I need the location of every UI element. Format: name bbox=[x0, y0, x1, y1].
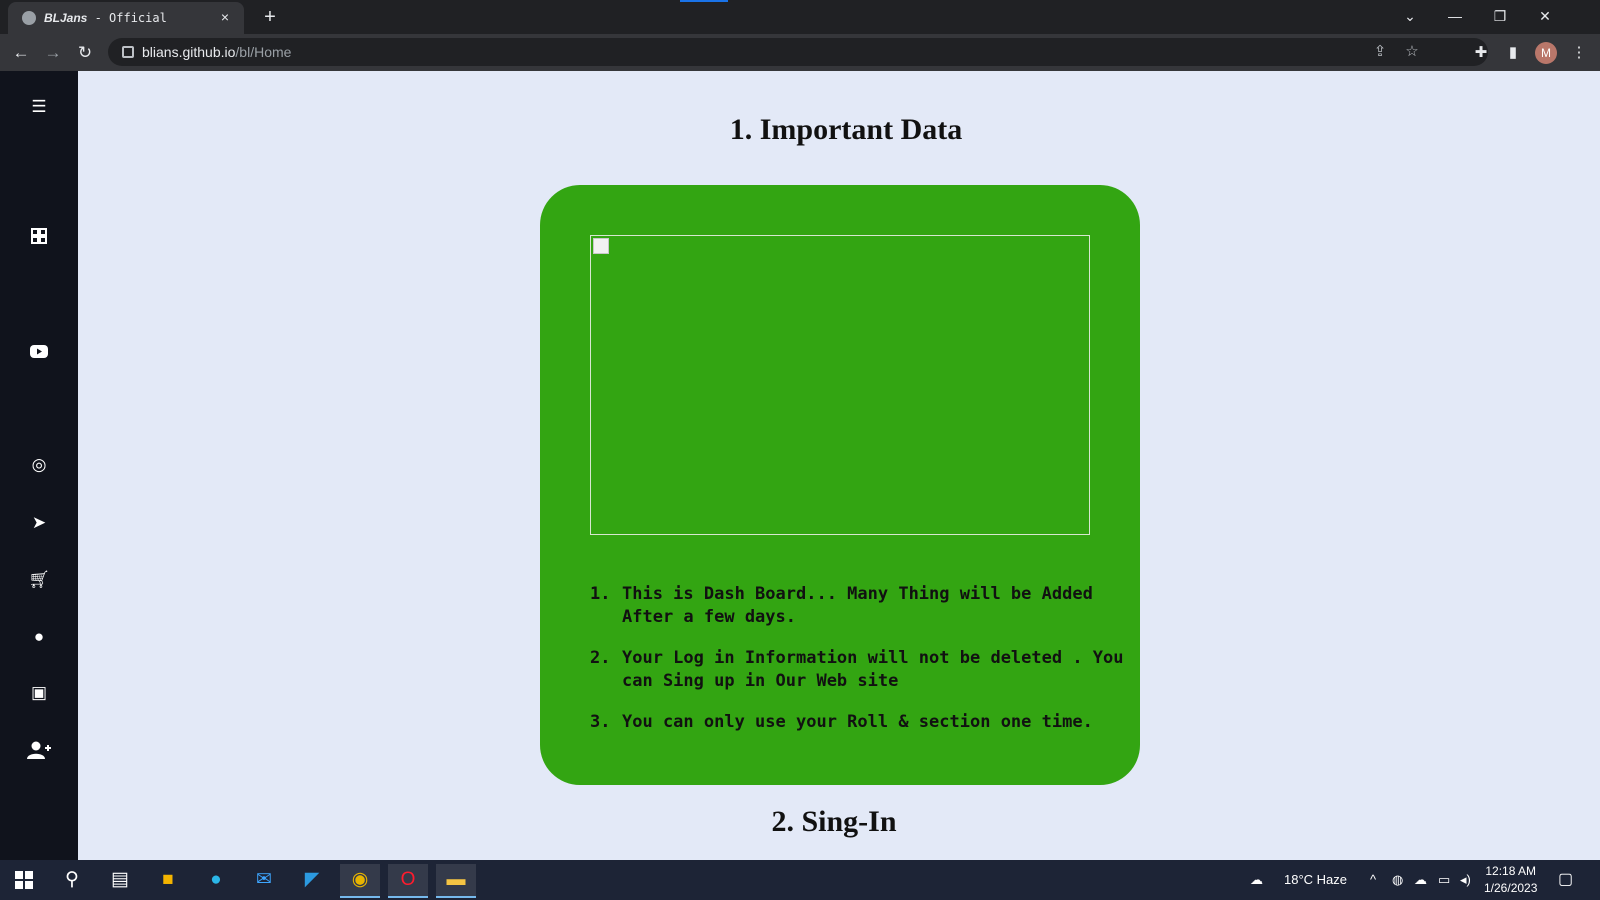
mail-icon[interactable]: ✉ bbox=[244, 864, 284, 896]
onedrive-icon[interactable]: ☁ bbox=[1414, 860, 1427, 900]
vscode-icon[interactable]: ◤ bbox=[292, 864, 332, 896]
telegram-icon[interactable]: ➤ bbox=[26, 510, 52, 536]
edge-icon[interactable]: ● bbox=[196, 864, 236, 896]
back-icon[interactable]: ← bbox=[10, 42, 32, 64]
lock-icon bbox=[122, 46, 134, 58]
store-icon[interactable]: ■ bbox=[148, 864, 188, 896]
add-user-icon[interactable] bbox=[26, 737, 52, 763]
search-icon[interactable]: ⚲ bbox=[52, 864, 92, 896]
bug-icon[interactable]: ● bbox=[26, 624, 52, 650]
url-text: blians.github.io/bl/Home bbox=[142, 44, 292, 60]
sidebar: ☰ ◎ ➤ 🛒︎ ● ▣ bbox=[0, 71, 78, 860]
taskbar: ⚲ ▤ ■ ● ✉ ◤ ◉ O ▬ ☁ 18°C Haze ^ ◍ ☁ ▭ ◂)… bbox=[0, 860, 1600, 900]
list-item: 3. You can only use your Roll & section o… bbox=[590, 712, 1093, 732]
weather-text[interactable]: 18°C Haze bbox=[1284, 860, 1347, 900]
tab-close-icon[interactable]: × bbox=[216, 8, 234, 26]
chrome-icon[interactable]: ◉ bbox=[340, 864, 380, 898]
share-icon[interactable]: ⇪ bbox=[1370, 42, 1390, 62]
volume-icon[interactable]: ◂) bbox=[1460, 860, 1471, 900]
meet-icon[interactable]: ◍ bbox=[1392, 860, 1403, 900]
menu-icon[interactable]: ☰ bbox=[26, 94, 52, 120]
new-tab-button[interactable]: + bbox=[258, 5, 282, 29]
opera-icon[interactable]: O bbox=[388, 864, 428, 898]
contact-icon[interactable]: ▣ bbox=[26, 680, 52, 706]
globe-icon bbox=[22, 11, 36, 25]
profile-avatar[interactable]: M bbox=[1535, 42, 1557, 64]
bookmark-star-icon[interactable]: ☆ bbox=[1402, 42, 1422, 62]
reload-icon[interactable]: ↻ bbox=[74, 42, 96, 64]
file-explorer-icon[interactable]: ▬ bbox=[436, 864, 476, 898]
clock[interactable]: 12:18 AM 1/26/2023 bbox=[1484, 863, 1537, 897]
list-item: 1. This is Dash Board... Many Thing will … bbox=[590, 584, 1093, 627]
notes-list: 1. This is Dash Board... Many Thing will … bbox=[590, 583, 1150, 752]
whatsapp-icon[interactable]: ◎ bbox=[26, 452, 52, 478]
menu-kebab-icon[interactable]: ⋮ bbox=[1568, 42, 1590, 64]
weather-icon[interactable]: ☁ bbox=[1250, 860, 1263, 900]
important-data-card: 1. This is Dash Board... Many Thing will … bbox=[540, 185, 1140, 785]
forward-icon[interactable]: → bbox=[42, 42, 64, 64]
network-icon[interactable]: ▭ bbox=[1438, 860, 1450, 900]
chevron-up-icon[interactable]: ^ bbox=[1370, 860, 1376, 900]
address-bar[interactable]: blians.github.io/bl/Home ⇪ ☆ bbox=[108, 38, 1488, 66]
clock-time: 12:18 AM bbox=[1485, 864, 1537, 878]
close-window-button[interactable]: ✕ bbox=[1533, 6, 1557, 26]
tab-search-icon[interactable]: ⌄ bbox=[1398, 6, 1422, 26]
tab-strip: BLJans - Official × + ⌄ — ❐ ✕ bbox=[0, 0, 1600, 34]
grid-icon[interactable] bbox=[26, 223, 52, 249]
main-content: 1. Important Data 1. This is Dash Board..… bbox=[78, 71, 1600, 860]
cart-icon[interactable]: 🛒︎ bbox=[26, 567, 52, 593]
browser-tab[interactable]: BLJans - Official × bbox=[8, 2, 244, 34]
section-title-sign-in: 2. Sing-In bbox=[771, 805, 897, 838]
extensions-icon[interactable]: ✚ bbox=[1470, 42, 1492, 64]
notification-icon[interactable]: ▢ bbox=[1558, 860, 1573, 900]
clock-date: 1/26/2023 bbox=[1484, 881, 1538, 895]
restore-button[interactable]: ❐ bbox=[1488, 6, 1512, 26]
youtube-icon[interactable] bbox=[26, 338, 52, 364]
broken-image-icon bbox=[593, 238, 609, 254]
tab-accent bbox=[680, 0, 728, 2]
tab-title: BLJans - Official bbox=[44, 11, 167, 25]
list-item: 2. Your Log in Information will not be de… bbox=[590, 648, 1124, 691]
task-view-icon[interactable]: ▤ bbox=[100, 864, 140, 896]
dashboard-image bbox=[590, 235, 1090, 535]
windows-start-icon[interactable] bbox=[4, 864, 44, 896]
minimize-button[interactable]: — bbox=[1443, 6, 1467, 26]
section-title-important-data: 1. Important Data bbox=[729, 113, 963, 146]
side-panel-icon[interactable]: ▮ bbox=[1502, 42, 1524, 64]
browser-toolbar: ← → ↻ blians.github.io/bl/Home ⇪ ☆ ✚ ▮ M… bbox=[0, 34, 1600, 71]
